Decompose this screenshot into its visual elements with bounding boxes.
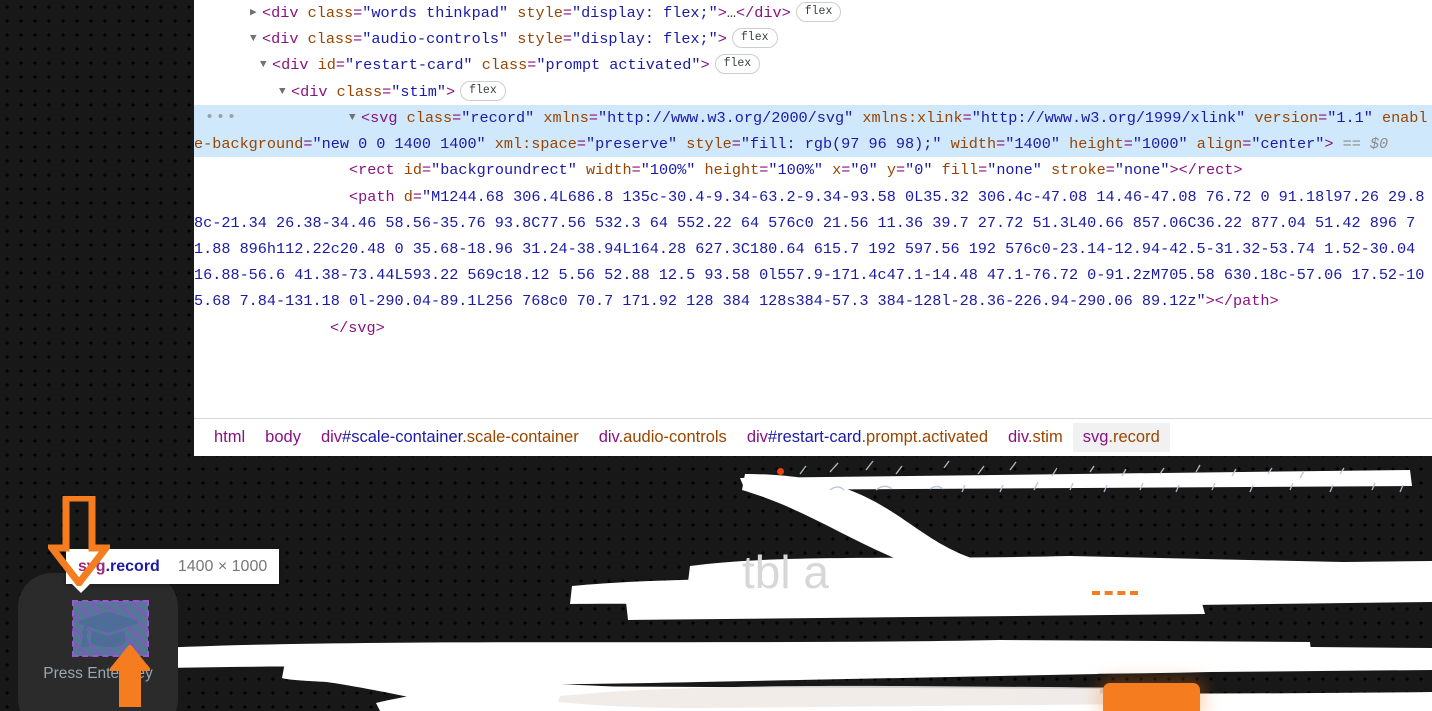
- record-dot-indicator: [777, 468, 784, 475]
- attr-value[interactable]: "fill: rgb(97 96 98);": [741, 135, 942, 153]
- attr-value[interactable]: "100%": [768, 161, 823, 179]
- attr-value[interactable]: "1.1": [1327, 109, 1373, 127]
- attr-value[interactable]: "0": [850, 161, 877, 179]
- breadcrumb-item-0[interactable]: html: [204, 423, 255, 452]
- dom-node-row[interactable]: <div class="audio-controls" style="displ…: [194, 26, 1432, 52]
- attr-value[interactable]: "http://www.w3.org/1999/xlink": [972, 109, 1245, 127]
- breadcrumb-item-1[interactable]: body: [255, 423, 311, 452]
- more-nodes-indicator[interactable]: •••: [205, 105, 238, 131]
- flex-badge[interactable]: flex: [795, 2, 842, 23]
- attr-value[interactable]: "record": [461, 109, 534, 127]
- attr-value[interactable]: "1400": [1005, 135, 1060, 153]
- dom-node-row[interactable]: <div class="words thinkpad" style="displ…: [194, 0, 1432, 26]
- restart-card[interactable]: Press Enter key: [18, 573, 178, 711]
- tag-name: div: [271, 4, 299, 23]
- twisty-toggle[interactable]: [260, 52, 272, 78]
- tag-name: svg: [370, 108, 398, 127]
- attr-name: stroke: [1051, 161, 1106, 180]
- dom-node-row[interactable]: <div class="stim">flex: [194, 79, 1432, 105]
- attr-value[interactable]: "1000": [1133, 135, 1188, 153]
- attr-name: width: [586, 161, 632, 180]
- attr-name: class: [307, 30, 354, 49]
- attr-value[interactable]: "http://www.w3.org/2000/svg": [598, 109, 853, 127]
- dom-node-row[interactable]: </svg>: [194, 315, 1432, 341]
- attr-name: version: [1254, 108, 1319, 127]
- dom-tree[interactable]: <div class="words thinkpad" style="displ…: [194, 0, 1432, 418]
- twisty-toggle[interactable]: [349, 105, 361, 131]
- attr-name: x: [832, 161, 842, 180]
- twisty-toggle[interactable]: [279, 79, 291, 105]
- tag-name: rect: [358, 161, 395, 180]
- attr-value[interactable]: "backgroundrect": [431, 161, 577, 179]
- tag-name: path: [358, 187, 395, 206]
- twisty-toggle[interactable]: [250, 0, 262, 26]
- breadcrumb-item-4[interactable]: div#restart-card.prompt.activated: [737, 423, 998, 452]
- attr-value[interactable]: "none": [987, 161, 1042, 179]
- attr-name: style: [517, 30, 563, 49]
- inspect-tooltip-dimensions: 1400 × 1000: [177, 557, 268, 575]
- attr-name: style: [686, 135, 732, 154]
- devtools-elements-panel: <div class="words thinkpad" style="displ…: [194, 0, 1432, 456]
- obscured-heading-text: tbl a: [742, 546, 829, 598]
- prompt-label: Press Enter key: [43, 665, 153, 682]
- attr-value[interactable]: "100%": [641, 161, 696, 179]
- down-arrow-annotation: [48, 496, 110, 586]
- attr-name: class: [406, 108, 453, 127]
- attr-value[interactable]: "audio-controls": [362, 30, 508, 48]
- attr-name: style: [517, 4, 563, 23]
- attr-value[interactable]: "0": [905, 161, 932, 179]
- attr-value[interactable]: "stim": [391, 83, 446, 101]
- flex-badge[interactable]: flex: [731, 28, 778, 49]
- breadcrumb-item-2[interactable]: div#scale-container.scale-container: [311, 423, 589, 452]
- console-ref: == $0: [1342, 135, 1389, 154]
- attr-value[interactable]: "center": [1251, 135, 1324, 153]
- attr-name: y: [886, 161, 897, 180]
- attr-name: d: [403, 187, 413, 206]
- attr-name: xml:space: [494, 135, 577, 154]
- orange-dashed-divider: [1092, 591, 1138, 595]
- orange-action-button[interactable]: [1103, 683, 1200, 711]
- up-arrow-annotation: [110, 645, 150, 707]
- attr-name: xmlns:xlink: [862, 108, 963, 127]
- attr-value[interactable]: "none": [1115, 161, 1170, 179]
- inspect-tooltip-class: .record: [105, 557, 160, 575]
- closing-tag: </svg>: [330, 318, 385, 337]
- dom-node-row[interactable]: <rect id="backgroundrect" width="100%" h…: [194, 157, 1432, 183]
- tag-name: div: [281, 56, 309, 75]
- tag-name: div: [300, 82, 328, 101]
- dom-node-row[interactable]: <path d="M1244.68 306.4L686.8 135c-30.4-…: [194, 184, 1432, 315]
- twisty-toggle[interactable]: [250, 26, 262, 52]
- attr-value[interactable]: "display: flex;": [572, 4, 718, 22]
- breadcrumb: html body div#scale-container.scale-contai…: [194, 418, 1432, 456]
- attr-name: xmlns: [543, 108, 589, 127]
- attr-name: id: [317, 56, 336, 75]
- attr-value[interactable]: "words thinkpad": [362, 4, 508, 22]
- attr-value[interactable]: "restart-card": [345, 56, 473, 74]
- attr-name: class: [481, 56, 528, 75]
- attr-value[interactable]: "prompt activated": [536, 56, 700, 74]
- node-tail: …: [726, 4, 737, 23]
- breadcrumb-item-5[interactable]: div.stim: [998, 423, 1073, 452]
- flex-badge[interactable]: flex: [460, 80, 506, 101]
- breadcrumb-item-6[interactable]: svg.record: [1072, 423, 1170, 452]
- attr-name: class: [336, 82, 383, 101]
- attr-name: height: [1069, 135, 1124, 154]
- attr-name: align: [1196, 135, 1243, 154]
- attr-name: class: [307, 4, 354, 23]
- attr-name: fill: [941, 161, 979, 180]
- flex-badge[interactable]: flex: [714, 54, 761, 75]
- attr-value[interactable]: "display: flex;": [572, 30, 718, 48]
- dom-node-row[interactable]: <div id="restart-card" class="prompt act…: [194, 52, 1432, 78]
- dom-node-row-selected[interactable]: •••<svg class="record" xmlns="http://www…: [194, 104, 1432, 158]
- attr-name: width: [950, 135, 997, 154]
- breadcrumb-item-3[interactable]: div.audio-controls: [589, 423, 737, 452]
- attr-value[interactable]: "preserve": [586, 135, 677, 153]
- tag-name: div: [271, 30, 299, 49]
- attr-name: id: [403, 161, 422, 180]
- attr-value[interactable]: "new 0 0 1400 1400": [313, 135, 486, 153]
- attr-name: height: [704, 161, 760, 180]
- screen-root: <div class="words thinkpad" style="displ…: [0, 0, 1432, 711]
